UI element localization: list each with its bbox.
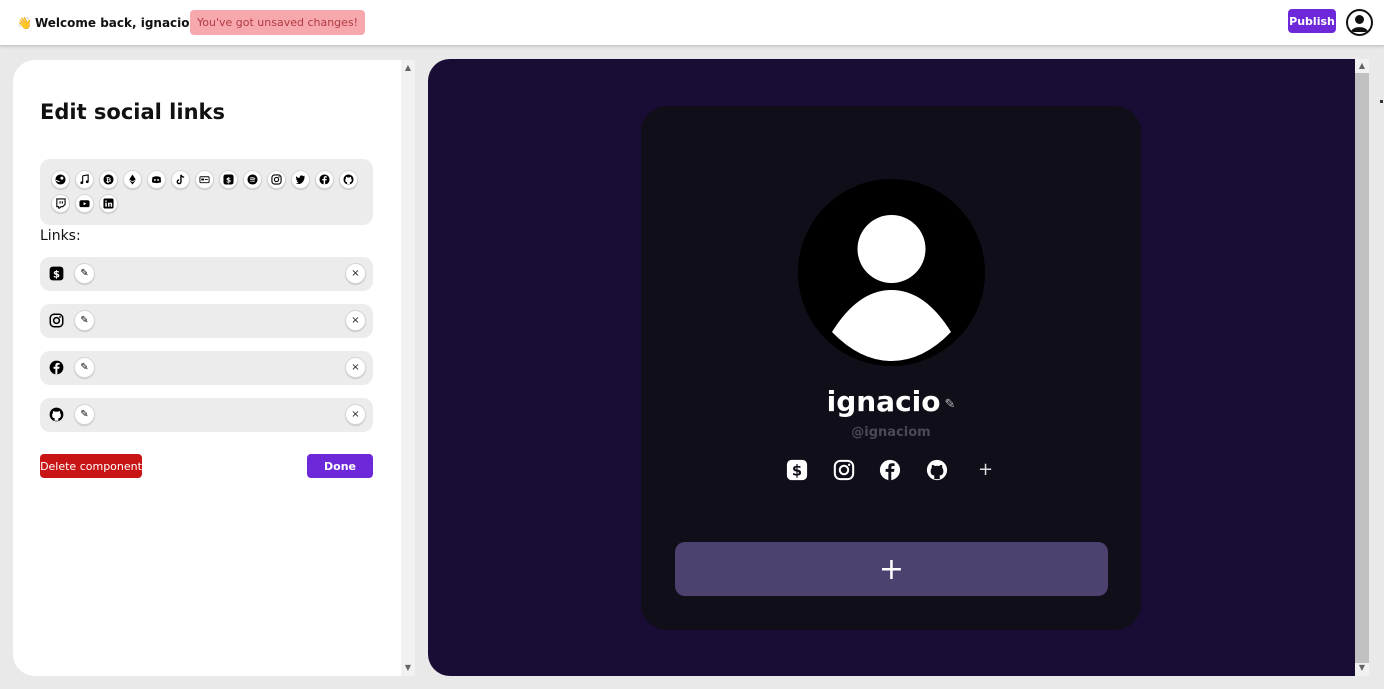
scroll-up-icon[interactable]: ▲ <box>401 62 415 74</box>
discord-icon[interactable] <box>147 170 166 189</box>
edit-link-button[interactable]: ✎ <box>74 404 95 425</box>
edit-link-button[interactable]: ✎ <box>74 263 95 284</box>
music-note-icon[interactable] <box>75 170 94 189</box>
add-social-button[interactable]: + <box>978 460 993 480</box>
twitch-icon[interactable] <box>51 194 70 213</box>
instagram-icon[interactable] <box>267 170 286 189</box>
svg-text:₿: ₿ <box>106 176 111 184</box>
scroll-down-icon[interactable]: ▼ <box>401 662 415 674</box>
delete-component-button[interactable]: Delete component <box>40 454 142 478</box>
cash-app-icon[interactable]: $ <box>219 170 238 189</box>
facebook-icon <box>48 359 65 376</box>
scroll-up-icon[interactable]: ▲ <box>1355 60 1369 72</box>
svg-text:$: $ <box>226 175 231 184</box>
top-bar: 👋 Welcome back, ignacio! You've got unsa… <box>0 0 1384 46</box>
facebook-icon[interactable] <box>878 458 902 482</box>
profile-picture[interactable] <box>798 179 985 366</box>
social-icon-picker: ₿ $ <box>40 159 373 225</box>
github-icon[interactable] <box>339 170 358 189</box>
welcome-text: Welcome back, ignacio! <box>34 16 195 30</box>
spotify-icon[interactable] <box>243 170 262 189</box>
profile-name-text: ignacio <box>826 385 941 418</box>
link-row-github: ✎ × <box>40 398 373 432</box>
preview-scrollbar[interactable]: ▲ ▼ <box>1355 59 1369 676</box>
link-row-facebook: ✎ × <box>40 351 373 385</box>
wave-icon: 👋 <box>17 16 32 30</box>
profile-name: ignacio ✎ <box>641 385 1141 418</box>
tiktok-icon[interactable] <box>171 170 190 189</box>
editor-scrollbar[interactable]: ▲ ▼ <box>401 60 415 676</box>
unsaved-changes-badge: You've got unsaved changes! <box>190 10 366 35</box>
profile-preview: ignacio ✎ @ignaciom $ + + <box>428 59 1356 676</box>
links-label: Links: <box>40 228 81 244</box>
scroll-down-icon[interactable]: ▼ <box>1355 662 1369 674</box>
panel-heading: Edit social links <box>40 100 225 124</box>
svg-text:$: $ <box>792 463 802 480</box>
github-icon[interactable] <box>925 458 949 482</box>
edit-link-button[interactable]: ✎ <box>74 310 95 331</box>
twitter-icon[interactable] <box>291 170 310 189</box>
instagram-icon <box>48 312 65 329</box>
youtube-icon[interactable] <box>75 194 94 213</box>
remove-link-button[interactable]: × <box>345 357 366 378</box>
profile-handle: @ignaciom <box>851 425 931 440</box>
link-row-instagram: ✎ × <box>40 304 373 338</box>
publish-button[interactable]: Publish <box>1288 9 1336 33</box>
svg-text:$: $ <box>53 269 60 280</box>
cash-app-icon[interactable]: $ <box>785 458 809 482</box>
facebook-icon[interactable] <box>315 170 334 189</box>
instagram-icon[interactable] <box>832 458 856 482</box>
ethereum-icon[interactable] <box>123 170 142 189</box>
remove-link-button[interactable]: × <box>345 404 366 425</box>
linkedin-icon[interactable] <box>99 194 118 213</box>
bitcoin-icon[interactable]: ₿ <box>99 170 118 189</box>
remove-link-button[interactable]: × <box>345 263 366 284</box>
link-row-cash-app: $ ✎ × <box>40 257 373 291</box>
welcome-message: 👋 Welcome back, ignacio! <box>17 16 195 30</box>
github-icon <box>48 406 65 423</box>
add-component-button[interactable]: + <box>675 542 1108 596</box>
steam-icon[interactable] <box>51 170 70 189</box>
cash-app-icon: $ <box>48 265 65 282</box>
profile-card: ignacio ✎ @ignaciom $ + + <box>641 106 1141 630</box>
edit-panel: Edit social links ₿ $ Links: $ ✎ × ✎ × ✎… <box>13 60 415 676</box>
done-button[interactable]: Done <box>307 454 373 478</box>
cash-card-icon[interactable] <box>195 170 214 189</box>
edit-link-button[interactable]: ✎ <box>74 357 95 378</box>
edge-marker <box>1380 100 1383 103</box>
remove-link-button[interactable]: × <box>345 310 366 331</box>
edit-name-icon[interactable]: ✎ <box>945 397 956 412</box>
scrollbar-thumb[interactable] <box>1355 73 1369 663</box>
user-avatar-icon[interactable] <box>1346 9 1373 36</box>
